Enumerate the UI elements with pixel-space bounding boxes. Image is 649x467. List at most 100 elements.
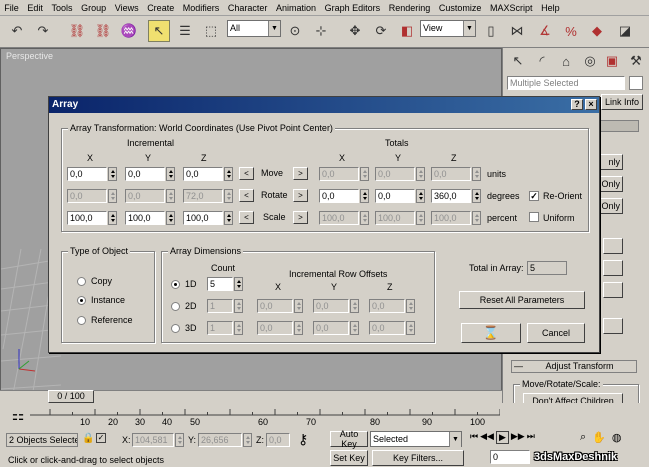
panel-button-a[interactable] bbox=[603, 238, 623, 254]
menu-group[interactable]: Group bbox=[77, 0, 111, 16]
time-slider-track[interactable] bbox=[94, 390, 502, 403]
uniform-checkbox[interactable] bbox=[529, 212, 539, 222]
previous-frame-icon[interactable]: ◀◀ bbox=[480, 431, 494, 444]
3d-count-spinner[interactable] bbox=[234, 321, 243, 335]
2d-offset-y-spinner[interactable] bbox=[350, 299, 359, 313]
utilities-tab-icon[interactable]: ⚒ bbox=[625, 50, 647, 72]
ok-button[interactable]: ⌛ bbox=[461, 323, 521, 343]
auto-key-button[interactable]: Auto Key bbox=[330, 429, 368, 449]
angle-snap-icon[interactable]: ∡ bbox=[534, 20, 556, 42]
select-by-name-icon[interactable]: ☰ bbox=[174, 20, 196, 42]
current-frame-field[interactable]: 0 bbox=[490, 450, 530, 464]
3d-count-field[interactable]: 1 bbox=[207, 321, 233, 335]
3d-offset-y-field[interactable]: 0,0 bbox=[313, 321, 349, 335]
z-coord-field[interactable]: 0,0 bbox=[266, 433, 290, 447]
menu-maxscript[interactable]: MAXScript bbox=[486, 0, 537, 16]
scale-right-arrow-button[interactable]: > bbox=[293, 211, 308, 224]
move-tot-x-spinner[interactable] bbox=[360, 167, 369, 181]
hierarchy-tab-icon[interactable]: ⌂ bbox=[555, 50, 577, 72]
selection-name-field[interactable]: Multiple Selected bbox=[507, 76, 625, 90]
selection-filter-dropdown[interactable]: All ▼ bbox=[227, 20, 281, 37]
1d-radio[interactable] bbox=[171, 280, 180, 289]
menu-create[interactable]: Create bbox=[143, 0, 179, 16]
display-tab-icon[interactable]: ▣ bbox=[601, 50, 623, 72]
scale-tot-y-field[interactable]: 100,0 bbox=[375, 211, 415, 225]
move-left-arrow-button[interactable]: < bbox=[239, 167, 254, 180]
rotate-left-arrow-button[interactable]: < bbox=[239, 189, 254, 202]
2d-offset-z-field[interactable]: 0,0 bbox=[369, 299, 405, 313]
object-color-swatch[interactable] bbox=[629, 76, 643, 90]
link-info-tab[interactable]: Link Info bbox=[601, 94, 643, 110]
play-icon[interactable]: ▶ bbox=[495, 431, 509, 444]
menu-graph-editors[interactable]: Graph Editors bbox=[320, 0, 384, 16]
absolute-mode-icon[interactable]: ✓ bbox=[96, 433, 106, 443]
instance-radio[interactable] bbox=[77, 296, 86, 305]
key-mode-dropdown[interactable]: Selected ▼ bbox=[370, 431, 462, 447]
rotate-tot-z-spinner[interactable] bbox=[472, 189, 481, 203]
rotate-right-arrow-button[interactable]: > bbox=[293, 189, 308, 202]
menu-edit[interactable]: Edit bbox=[23, 0, 47, 16]
scale-tot-z-field[interactable]: 100,0 bbox=[431, 211, 471, 225]
scale-tot-y-spinner[interactable] bbox=[416, 211, 425, 225]
3d-offset-x-field[interactable]: 0,0 bbox=[257, 321, 293, 335]
move-inc-x-spinner[interactable] bbox=[108, 167, 117, 181]
scale-tot-z-spinner[interactable] bbox=[472, 211, 481, 225]
3d-offset-y-spinner[interactable] bbox=[350, 321, 359, 335]
create-tab-icon[interactable]: ↖ bbox=[507, 50, 529, 72]
key-filters-button[interactable]: Key Filters... bbox=[372, 450, 464, 466]
move-inc-y-field[interactable]: 0,0 bbox=[125, 167, 165, 181]
close-button[interactable]: × bbox=[585, 99, 597, 110]
window-crossing-icon[interactable]: ⊹ bbox=[310, 20, 332, 42]
2d-count-spinner[interactable] bbox=[234, 299, 243, 313]
trackbar-icon[interactable]: ⚏ bbox=[10, 407, 26, 429]
bind-space-warp-icon[interactable]: ♒ bbox=[118, 20, 140, 42]
menu-character[interactable]: Character bbox=[224, 0, 272, 16]
scale-inc-x-field[interactable]: 100,0 bbox=[67, 211, 107, 225]
scale-tot-x-spinner[interactable] bbox=[360, 211, 369, 225]
modify-tab-icon[interactable]: ◜ bbox=[531, 50, 553, 72]
y-coord-spinner[interactable] bbox=[243, 433, 252, 447]
3d-radio[interactable] bbox=[171, 324, 180, 333]
menu-file[interactable]: File bbox=[0, 0, 23, 16]
percent-snap-icon[interactable]: % bbox=[560, 20, 582, 42]
reference-radio[interactable] bbox=[77, 316, 86, 325]
rotate-tot-z-field[interactable]: 360,0 bbox=[431, 189, 471, 203]
select-object-icon[interactable]: ↖ bbox=[148, 20, 170, 42]
lock-selection-icon[interactable]: 🔒 bbox=[82, 433, 94, 444]
move-icon[interactable]: ✥ bbox=[344, 20, 366, 42]
adjust-transform-rollout[interactable]: — Adjust Transform bbox=[511, 360, 637, 373]
panel-button-b[interactable] bbox=[603, 260, 623, 276]
move-tot-z-spinner[interactable] bbox=[472, 167, 481, 181]
rotate-tot-x-spinner[interactable] bbox=[360, 189, 369, 203]
rotate-tot-y-spinner[interactable] bbox=[416, 189, 425, 203]
move-tot-x-field[interactable]: 0,0 bbox=[319, 167, 359, 181]
2d-offset-x-field[interactable]: 0,0 bbox=[257, 299, 293, 313]
menu-animation[interactable]: Animation bbox=[272, 0, 321, 16]
scale-icon[interactable]: ◧ bbox=[396, 20, 418, 42]
scale-inc-y-field[interactable]: 100,0 bbox=[125, 211, 165, 225]
panel-button-c[interactable] bbox=[603, 282, 623, 298]
selection-region-icon[interactable]: ⬚ bbox=[200, 20, 222, 42]
1d-count-field[interactable]: 5 bbox=[207, 277, 233, 291]
go-to-end-icon[interactable]: ⏭ bbox=[527, 431, 535, 444]
select-by-region-icon[interactable]: ⊙ bbox=[284, 20, 306, 42]
select-and-link-icon[interactable]: ⛓ bbox=[66, 20, 88, 42]
rotate-inc-y-field[interactable]: 0,0 bbox=[125, 189, 165, 203]
rotate-inc-x-field[interactable]: 0,0 bbox=[67, 189, 107, 203]
time-slider-thumb[interactable]: 0 / 100 bbox=[48, 390, 94, 403]
move-right-arrow-button[interactable]: > bbox=[293, 167, 308, 180]
move-tot-y-spinner[interactable] bbox=[416, 167, 425, 181]
key-icon[interactable]: ⚷ bbox=[298, 431, 308, 448]
move-inc-x-field[interactable]: 0,0 bbox=[67, 167, 107, 181]
dialog-titlebar[interactable]: Array bbox=[49, 97, 599, 113]
rotate-tot-x-field[interactable]: 0,0 bbox=[319, 189, 359, 203]
2d-offset-x-spinner[interactable] bbox=[294, 299, 303, 313]
menu-rendering[interactable]: Rendering bbox=[384, 0, 434, 16]
snap-icon[interactable]: ⋈ bbox=[506, 20, 528, 42]
scale-left-arrow-button[interactable]: < bbox=[239, 211, 254, 224]
menu-customize[interactable]: Customize bbox=[435, 0, 486, 16]
2d-offset-z-spinner[interactable] bbox=[406, 299, 415, 313]
orbit-icon[interactable]: ◍ bbox=[612, 431, 622, 444]
move-tot-y-field[interactable]: 0,0 bbox=[375, 167, 415, 181]
2d-count-field[interactable]: 1 bbox=[207, 299, 233, 313]
